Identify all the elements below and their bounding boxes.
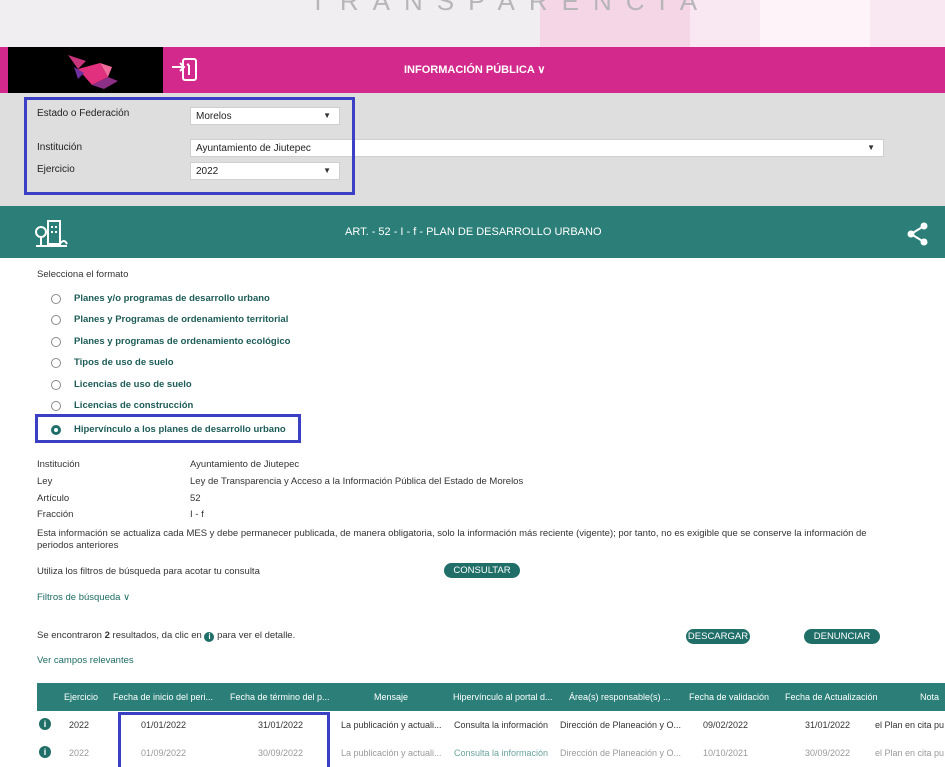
format-option-label[interactable]: Planes y/o programas de desarrollo urban… [74,293,270,304]
cell-ejercicio: 2022 [69,748,90,758]
format-option-label[interactable]: Licencias de uso de suelo [74,379,192,390]
format-heading: Selecciona el formato [37,269,129,280]
format-highlight-box [35,414,301,443]
login-icon[interactable] [170,56,200,84]
info-fraccion-value: I - f [190,509,204,520]
info-ley-value: Ley de Transparencia y Acceso a la Infor… [190,476,524,487]
radio-button[interactable] [51,294,61,304]
cell-nota: el Plan en cita pu [875,720,945,730]
radio-button[interactable] [51,315,61,325]
info-institucion-label: Institución [37,459,80,470]
update-note: Esta información se actualiza cada MES y… [37,528,867,551]
filtros-busqueda-toggle[interactable]: Filtros de búsqueda ∨ [37,592,130,603]
info-icon[interactable]: i [39,746,51,758]
consultar-button[interactable]: CONSULTAR [444,563,520,578]
cell-nota: el Plan en cita pu [875,748,945,758]
radio-button[interactable] [51,358,61,368]
results-summary: Se encontraron 2 resultados, da clic en … [37,630,295,642]
top-navbar: INFORMACIÓN PÚBLICA ∨ [0,47,945,93]
info-articulo-label: Artículo [37,493,70,504]
col-fecha-inicio[interactable]: Fecha de inicio del peri... [113,692,213,702]
chevron-down-icon: ▼ [867,143,875,152]
search-hint: Utiliza los filtros de búsqueda para aco… [37,566,260,577]
informacion-publica-menu[interactable]: INFORMACIÓN PÚBLICA ∨ [404,63,545,76]
info-icon[interactable]: i [39,718,51,730]
cell-fecha-validacion: 09/02/2022 [703,720,749,730]
col-area-responsable[interactable]: Área(s) responsable(s) ... [569,692,671,702]
col-hipervinculo[interactable]: Hipervínculo al portal d... [453,692,553,702]
col-mensaje[interactable]: Mensaje [374,692,408,702]
col-fecha-actualizacion[interactable]: Fecha de Actualización [785,692,878,702]
info-icon: i [204,632,215,642]
results-prefix: Se encontraron [37,630,105,641]
cell-area-responsable: Dirección de Planeación y O... [560,720,682,730]
denunciar-button[interactable]: DENUNCIAR [804,629,880,644]
cell-fecha-actualizacion: 30/09/2022 [805,748,851,758]
results-suffix: para ver el detalle. [214,630,296,641]
brand-text: TRANSPARENCIA [310,0,712,16]
cell-ejercicio: 2022 [69,720,90,730]
dates-highlight-box [118,712,330,767]
col-fecha-validacion[interactable]: Fecha de validación [689,692,769,702]
cell-fecha-validacion: 10/10/2021 [703,748,749,758]
radio-button[interactable] [51,337,61,347]
share-icon[interactable] [906,222,930,246]
descargar-button[interactable]: DESCARGAR [686,629,750,644]
format-option-label[interactable]: Planes y programas de ordenamiento ecoló… [74,336,290,347]
info-fraccion-label: Fracción [37,509,74,520]
cell-hipervinculo-link[interactable]: Consulta la información [454,720,548,730]
cell-mensaje: La publicación y actuali... [341,748,442,758]
format-option-label[interactable]: Licencias de construcción [74,400,193,411]
radio-button[interactable] [51,380,61,390]
ver-campos-link[interactable]: Ver campos relevantes [37,655,134,666]
results-table-header: Ejercicio Fecha de inicio del peri... Fe… [37,683,945,711]
section-header: ART. - 52 - I - f - PLAN DE DESARROLLO U… [0,206,945,258]
cell-hipervinculo-link[interactable]: Consulta la información [454,748,548,758]
col-ejercicio[interactable]: Ejercicio [64,692,98,702]
col-nota[interactable]: Nota [920,692,939,702]
filters-highlight-box [24,97,355,195]
format-option-label[interactable]: Tipos de uso de suelo [74,357,174,368]
info-ley-label: Ley [37,476,53,487]
info-institucion-value: Ayuntamiento de Jiutepec [190,459,300,470]
cell-mensaje: La publicación y actuali... [341,720,442,730]
format-option-label[interactable]: Planes y Programas de ordenamiento terri… [74,314,288,325]
col-fecha-termino[interactable]: Fecha de término del p... [230,692,330,702]
cell-area-responsable: Dirección de Planeación y O... [560,748,682,758]
info-articulo-value: 52 [190,493,201,504]
site-logo[interactable] [8,47,163,93]
section-title: ART. - 52 - I - f - PLAN DE DESARROLLO U… [345,226,602,238]
cell-fecha-actualizacion: 31/01/2022 [805,720,851,730]
brand-banner: TRANSPARENCIA [0,0,945,47]
radio-button[interactable] [51,401,61,411]
city-icon [34,218,68,248]
results-middle: resultados, da clic en [109,630,205,641]
